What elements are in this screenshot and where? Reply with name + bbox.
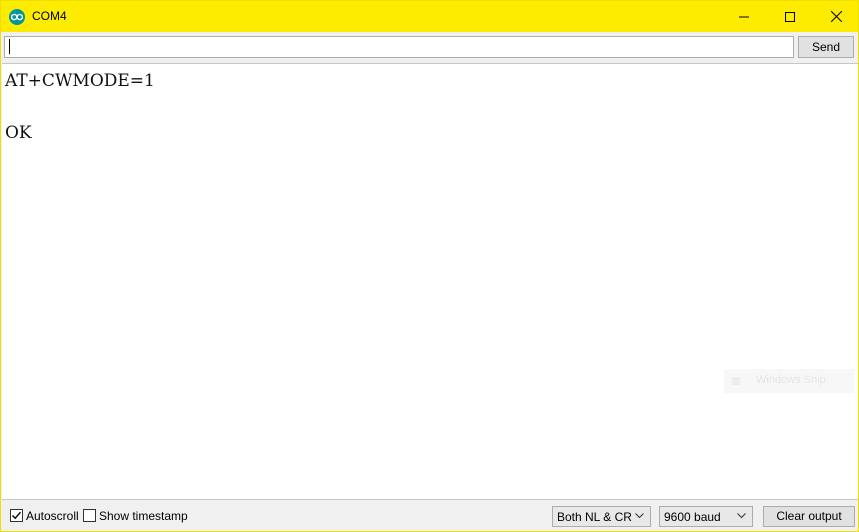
minimize-button[interactable] [721, 1, 767, 32]
send-input[interactable] [4, 36, 794, 58]
chevron-down-icon [635, 513, 644, 519]
baud-rate-select[interactable]: 9600 baud [659, 506, 753, 527]
title-bar[interactable]: COM4 [1, 1, 858, 32]
arduino-logo-icon [9, 9, 25, 25]
clear-output-button[interactable]: Clear output [763, 506, 855, 527]
minimize-icon [739, 16, 749, 17]
serial-monitor-window: COM4 Send AT+CWMODE=1 OK Windows Snip Au… [0, 0, 859, 532]
send-button[interactable]: Send [798, 36, 854, 58]
show-timestamp-label[interactable]: Show timestamp [99, 509, 188, 523]
maximize-icon [785, 11, 795, 22]
line-ending-value: Both NL & CR [557, 510, 632, 524]
text-caret [9, 39, 10, 54]
line-ending-select[interactable]: Both NL & CR [552, 506, 651, 527]
snip-overlay: Windows Snip [724, 369, 854, 393]
output-line: AT+CWMODE=1 [5, 71, 155, 91]
maximize-button[interactable] [767, 1, 813, 32]
chevron-down-icon [737, 513, 746, 519]
show-timestamp-checkbox[interactable] [83, 509, 96, 522]
snip-overlay-text: Windows Snip [756, 374, 826, 386]
autoscroll-label[interactable]: Autoscroll [26, 509, 79, 523]
output-line: OK [5, 123, 32, 143]
checkmark-icon [12, 511, 22, 520]
bottom-toolbar: Autoscroll Show timestamp Both NL & CR 9… [1, 501, 858, 531]
send-row: Send [1, 32, 858, 62]
close-icon [830, 11, 842, 22]
baud-rate-value: 9600 baud [664, 510, 721, 524]
close-button[interactable] [813, 1, 859, 32]
snip-icon [732, 377, 740, 385]
autoscroll-checkbox[interactable] [10, 509, 23, 522]
window-title: COM4 [32, 9, 67, 23]
serial-output-area[interactable]: AT+CWMODE=1 OK Windows Snip [2, 63, 858, 500]
